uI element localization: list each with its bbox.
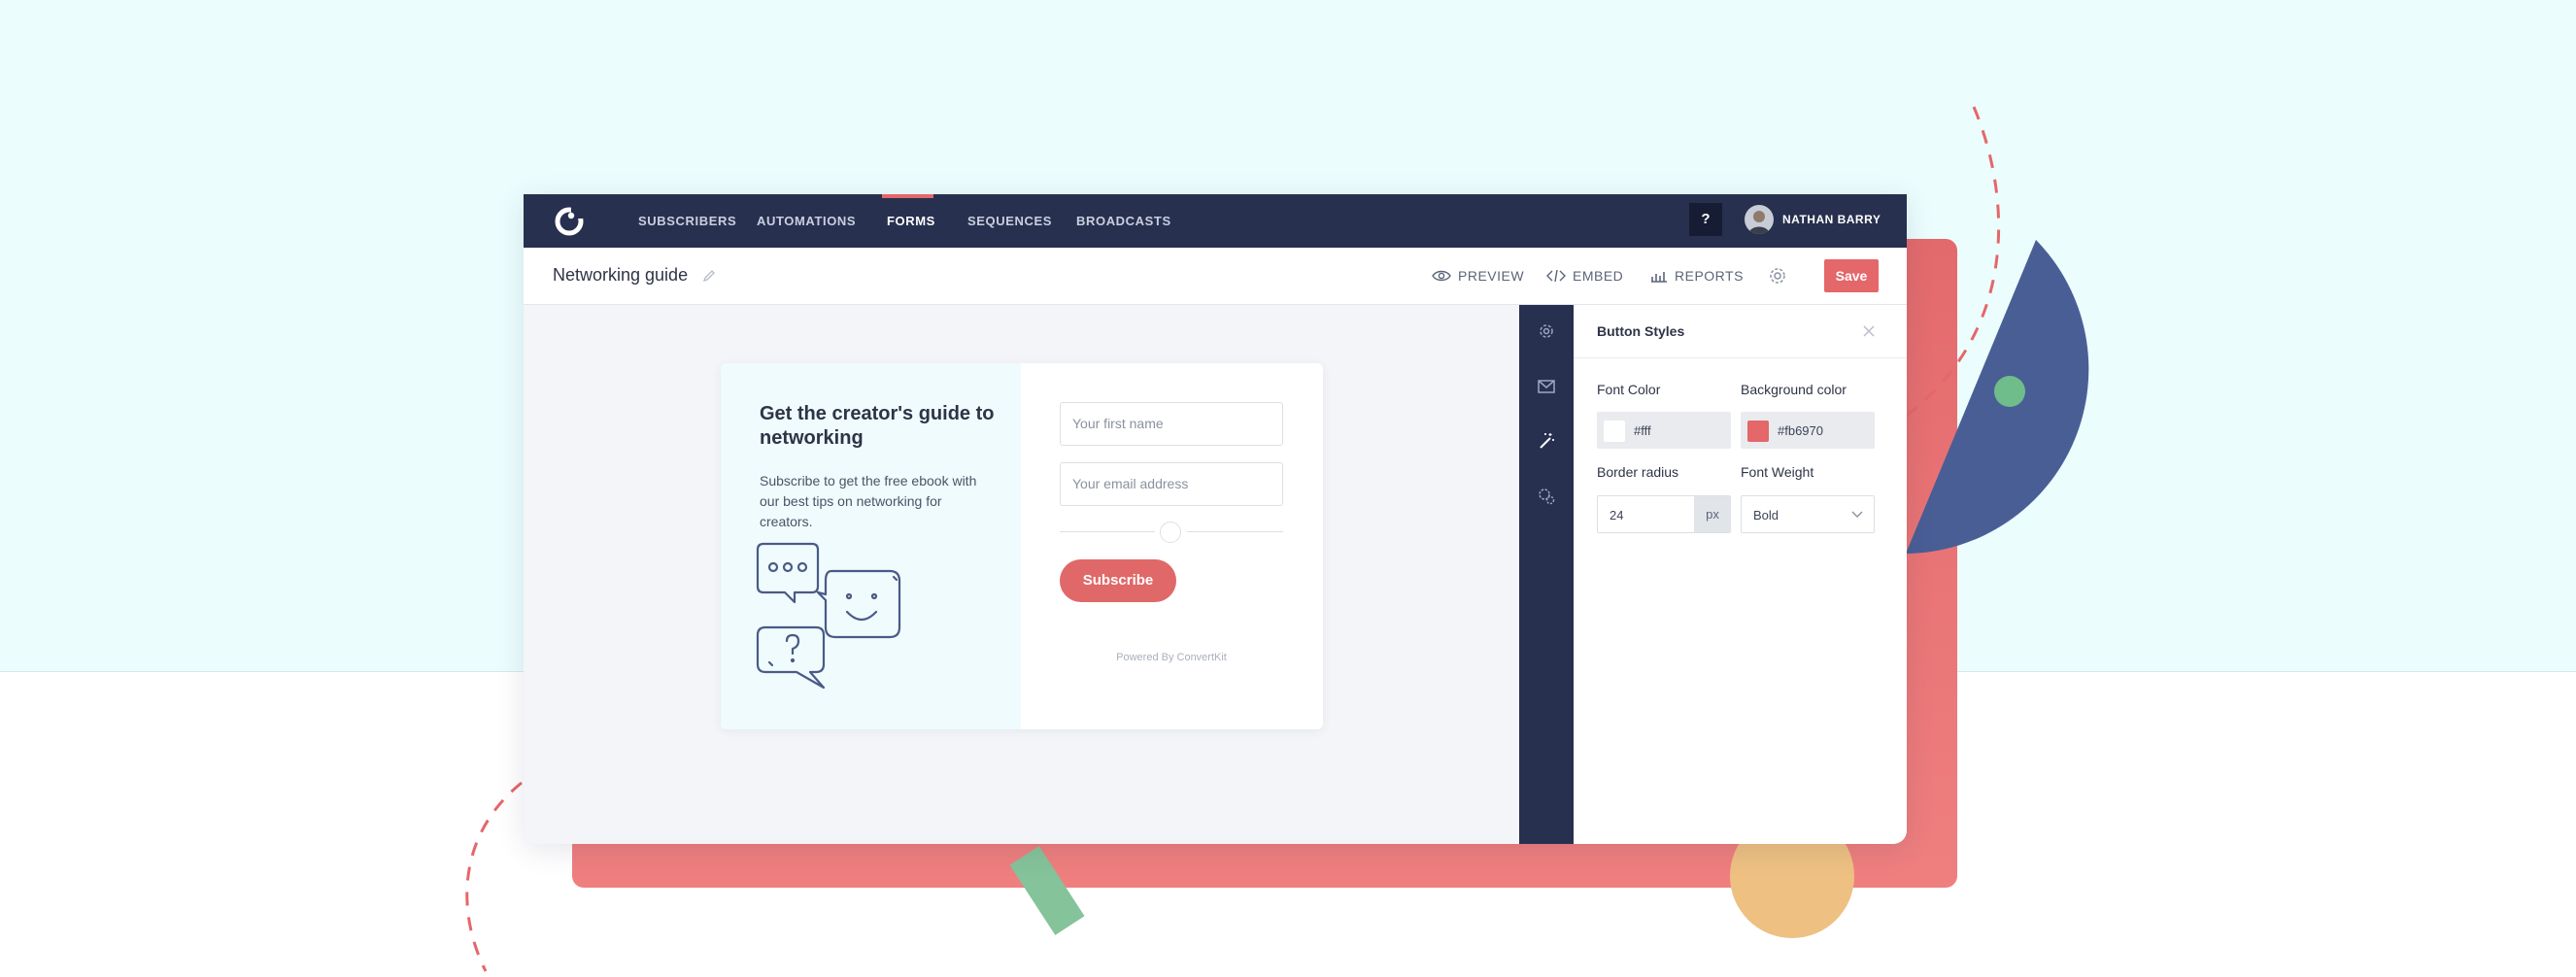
save-button[interactable]: Save [1824,259,1879,292]
font-weight-select[interactable]: Bold [1741,495,1875,533]
font-color-value: #fff [1634,423,1651,438]
reports-label: REPORTS [1675,268,1744,284]
font-weight-label: Font Weight [1741,464,1814,480]
form-title[interactable]: Networking guide [553,265,688,286]
nav-item-broadcasts[interactable]: BROADCASTS [1076,214,1171,228]
font-color-field[interactable]: #fff [1597,412,1731,449]
magic-wand-icon[interactable] [1537,431,1556,451]
field-divider-left [1060,531,1155,532]
background-color-swatch[interactable] [1747,421,1769,442]
border-radius-label: Border radius [1597,464,1679,480]
pencil-icon[interactable] [701,268,717,284]
background-color-value: #fb6970 [1778,423,1823,438]
user-name[interactable]: NATHAN BARRY [1782,213,1881,226]
nav-active-indicator [882,194,933,198]
top-navigation: SUBSCRIBERS AUTOMATIONS FORMS SEQUENCES … [524,194,1907,248]
font-color-label: Font Color [1597,382,1661,397]
nav-item-automations[interactable]: AUTOMATIONS [757,214,856,228]
chat-bubbles-illustration [756,542,901,690]
subscribe-button[interactable]: Subscribe [1060,559,1176,602]
eye-icon [1432,270,1451,282]
decorative-green-dot [1994,376,2025,407]
preview-button[interactable]: PREVIEW [1432,268,1524,284]
form-preview-left-panel: Get the creator's guide to networking Su… [721,363,1021,729]
add-field-icon[interactable] [1160,522,1181,543]
panel-header: Button Styles [1574,305,1907,358]
field-divider-right [1187,531,1283,532]
border-radius-unit: px [1694,496,1731,532]
settings-gear-icon[interactable] [1537,321,1556,341]
nav-item-subscribers[interactable]: SUBSCRIBERS [638,214,736,228]
bar-chart-icon [1651,272,1667,283]
panel-title: Button Styles [1597,323,1685,339]
logo-icon[interactable] [553,205,586,238]
form-canvas: Get the creator's guide to networking Su… [524,305,1519,844]
gear-icon[interactable] [1766,264,1789,287]
avatar[interactable] [1745,205,1774,234]
close-icon[interactable] [1861,323,1877,339]
mail-icon[interactable] [1537,377,1556,396]
form-preview-card: Get the creator's guide to networking Su… [721,363,1323,729]
button-styles-panel: Button Styles Font Color Background colo… [1574,305,1907,844]
form-preview-title[interactable]: Get the creator's guide to networking [760,402,1002,451]
form-toolbar: Networking guide PREVIEW EMBED REPORTS S… [524,248,1907,305]
email-field[interactable]: Your email address [1060,462,1283,506]
form-preview-description[interactable]: Subscribe to get the free ebook with our… [760,471,983,532]
help-button[interactable]: ? [1689,203,1722,236]
font-weight-value: Bold [1753,508,1779,522]
border-radius-value: 24 [1610,508,1624,522]
preview-label: PREVIEW [1458,268,1525,284]
nav-item-forms[interactable]: FORMS [887,214,935,228]
border-radius-input[interactable]: 24 px [1597,495,1731,533]
font-color-swatch[interactable] [1604,421,1625,442]
app-window: SUBSCRIBERS AUTOMATIONS FORMS SEQUENCES … [524,194,1907,844]
reports-button[interactable]: REPORTS [1650,268,1744,284]
decorative-dashed-arc-left [465,781,523,972]
embed-label: EMBED [1573,268,1624,284]
settings-icon-rail [1519,305,1574,844]
first-name-field[interactable]: Your first name [1060,402,1283,446]
powered-by-label[interactable]: Powered By ConvertKit [1060,652,1283,663]
code-icon [1546,269,1566,283]
background-color-field[interactable]: #fb6970 [1741,412,1875,449]
chevron-down-icon [1851,511,1863,518]
embed-button[interactable]: EMBED [1546,268,1623,284]
nav-item-sequences[interactable]: SEQUENCES [967,214,1052,228]
background-color-label: Background color [1741,382,1847,397]
gears-icon[interactable] [1537,487,1556,506]
